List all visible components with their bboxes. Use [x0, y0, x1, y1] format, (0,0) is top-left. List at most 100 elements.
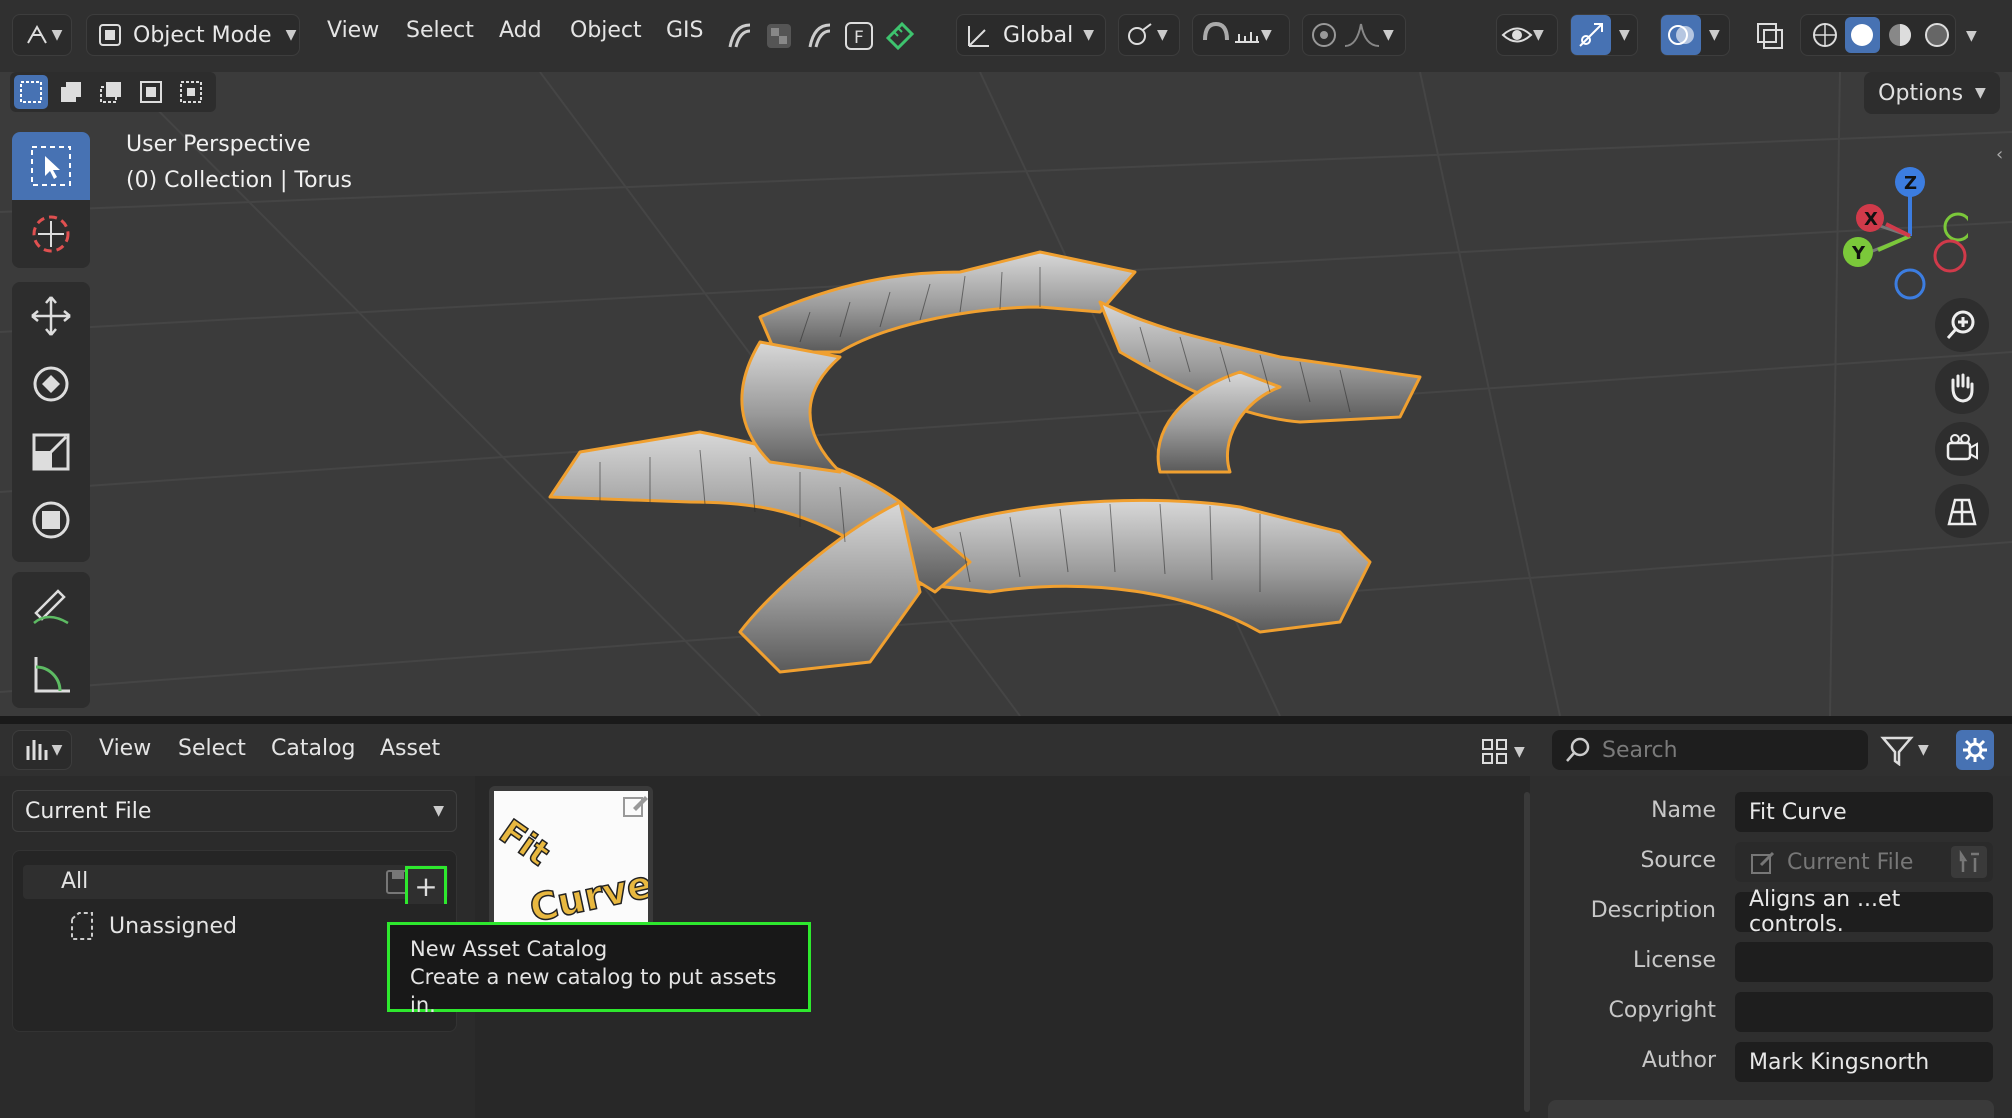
filter-dropdown[interactable]: ▼	[1880, 730, 1942, 770]
magnet-icon	[1203, 21, 1229, 41]
zoom-view-icon[interactable]	[1935, 298, 1989, 352]
settings-gear-icon[interactable]	[1956, 730, 1994, 770]
overlays-toggle-icon[interactable]	[1661, 15, 1701, 55]
mode-label: Object Mode	[133, 22, 272, 48]
catalog-item-unassigned[interactable]: Unassigned	[69, 911, 237, 941]
mode-dropdown[interactable]: Object Mode ▼	[86, 14, 300, 56]
metadata-subpanel[interactable]	[1548, 1100, 1994, 1118]
measure-icon	[34, 657, 70, 693]
options-dropdown[interactable]: Options ▼	[1864, 72, 2000, 114]
gizmo-toggle-icon[interactable]	[1571, 15, 1611, 55]
visibility-dropdown[interactable]: ▼	[1496, 14, 1558, 56]
ab-menu-catalog[interactable]: Catalog	[271, 736, 356, 761]
camera-view-icon[interactable]	[1935, 422, 1989, 476]
catalog-item-all[interactable]: All	[23, 865, 448, 899]
pan-view-icon[interactable]	[1935, 360, 1989, 414]
gizmo-x-label: X	[1864, 209, 1878, 230]
display-mode-dropdown[interactable]: ▼	[1480, 732, 1538, 772]
curve-tool-2-icon[interactable]	[802, 18, 836, 54]
proportional-icon	[1312, 23, 1336, 47]
select-new-icon[interactable]	[14, 75, 48, 109]
search-input[interactable]: Search	[1552, 730, 1868, 770]
library-select[interactable]: Current File ▼	[12, 790, 457, 832]
xray-toggle-icon[interactable]	[1752, 18, 1788, 54]
asset-browser-editor-dropdown[interactable]: ▼	[12, 730, 72, 770]
proportional-edit-dropdown[interactable]: ▼	[1302, 14, 1406, 56]
catalog-item-unassigned-label: Unassigned	[109, 913, 237, 939]
tooltip-title: New Asset Catalog	[410, 937, 608, 961]
menu-select[interactable]: Select	[406, 18, 474, 43]
cursor-tool[interactable]	[12, 200, 90, 268]
shading-dropdown-chevron-icon[interactable]: ▼	[1966, 28, 1977, 44]
move-tool[interactable]	[12, 282, 90, 350]
thumbnail-text-fit: Fit	[494, 812, 557, 874]
curve-tool-icon[interactable]	[722, 18, 756, 54]
plus-icon: +	[414, 870, 438, 903]
asset-card-fit-curve[interactable]: Fit Curve	[489, 786, 653, 944]
3d-viewport[interactable]: Options ▼ User Perspective (0) Collection…	[0, 72, 2012, 716]
menu-object[interactable]: Object	[570, 18, 642, 43]
select-box-tool[interactable]	[12, 132, 90, 200]
checker-icon[interactable]	[762, 18, 796, 54]
ab-menu-asset[interactable]: Asset	[380, 736, 440, 761]
library-select-value: Current File	[25, 798, 152, 824]
torus-object[interactable]	[540, 212, 1440, 692]
description-field[interactable]: Aligns an ...et controls.	[1735, 887, 1993, 937]
unassigned-catalog-icon	[71, 912, 93, 940]
pivot-dropdown[interactable]: ▼	[1118, 14, 1180, 56]
scale-icon	[32, 433, 70, 471]
select-invert-icon[interactable]	[134, 75, 168, 109]
link-icon	[1128, 23, 1152, 45]
author-label: Author	[1641, 1048, 1716, 1073]
menu-add[interactable]: Add	[499, 18, 542, 43]
annotate-tool[interactable]	[12, 572, 90, 640]
add-catalog-button[interactable]: +	[405, 866, 447, 904]
navigation-gizmo[interactable]: Z X Y	[1838, 132, 1968, 312]
license-field[interactable]	[1735, 942, 1993, 982]
description-label: Description	[1590, 898, 1716, 923]
falloff-icon	[1344, 23, 1380, 47]
menu-view[interactable]: View	[327, 18, 379, 43]
3d-cursor-icon	[32, 215, 70, 253]
move-icon	[31, 296, 71, 336]
transform-icon	[32, 501, 70, 539]
orientation-label: Global	[1003, 22, 1074, 48]
select-extend-icon[interactable]	[54, 75, 88, 109]
asset-browser-header: ▼ View Select Catalog Asset ▼ Search ▼	[0, 724, 2012, 776]
increment-icon	[1235, 32, 1259, 43]
menu-gis[interactable]: GIS	[666, 18, 704, 43]
source-label: Source	[1640, 848, 1716, 873]
transform-orientation-dropdown[interactable]: Global ▼	[956, 14, 1106, 56]
transform-tool[interactable]	[12, 486, 90, 554]
edit-asset-icon[interactable]	[621, 792, 649, 824]
scale-tool[interactable]	[12, 418, 90, 486]
solid-shading-icon[interactable]	[1844, 17, 1880, 53]
pencil-icon	[33, 589, 69, 625]
f-key-icon[interactable]: F	[842, 18, 876, 54]
select-intersect-icon[interactable]	[174, 75, 208, 109]
author-field[interactable]: Mark Kingsnorth	[1735, 1042, 1993, 1082]
editor-type-dropdown[interactable]: ▼	[12, 14, 72, 56]
ruler-icon[interactable]	[882, 18, 918, 54]
area-divider[interactable]	[0, 716, 2012, 724]
measure-tool[interactable]	[12, 640, 90, 708]
select-subtract-icon[interactable]	[94, 75, 128, 109]
select-cursor-icon	[31, 146, 71, 186]
ab-menu-view[interactable]: View	[99, 736, 151, 761]
gizmo-dropdown[interactable]: ▼	[1570, 14, 1638, 56]
copyright-field[interactable]	[1735, 992, 1993, 1032]
toolbox-select-group	[12, 132, 90, 268]
open-source-tool-icon[interactable]	[1951, 846, 1987, 878]
rotate-tool[interactable]	[12, 350, 90, 418]
sidebar-toggle-icon[interactable]: ‹	[1996, 144, 2003, 165]
name-field[interactable]: Fit Curve	[1735, 792, 1993, 832]
snap-dropdown[interactable]: ▼	[1192, 14, 1290, 56]
overlays-dropdown[interactable]: ▼	[1660, 14, 1730, 56]
ortho-view-icon[interactable]	[1935, 484, 1989, 538]
toolbox-transform-group	[12, 282, 90, 562]
material-shading-icon[interactable]	[1882, 17, 1918, 53]
shading-modes	[1800, 14, 1956, 56]
wireframe-shading-icon[interactable]	[1807, 17, 1843, 53]
rendered-shading-icon[interactable]	[1920, 17, 1956, 53]
ab-menu-select[interactable]: Select	[178, 736, 246, 761]
